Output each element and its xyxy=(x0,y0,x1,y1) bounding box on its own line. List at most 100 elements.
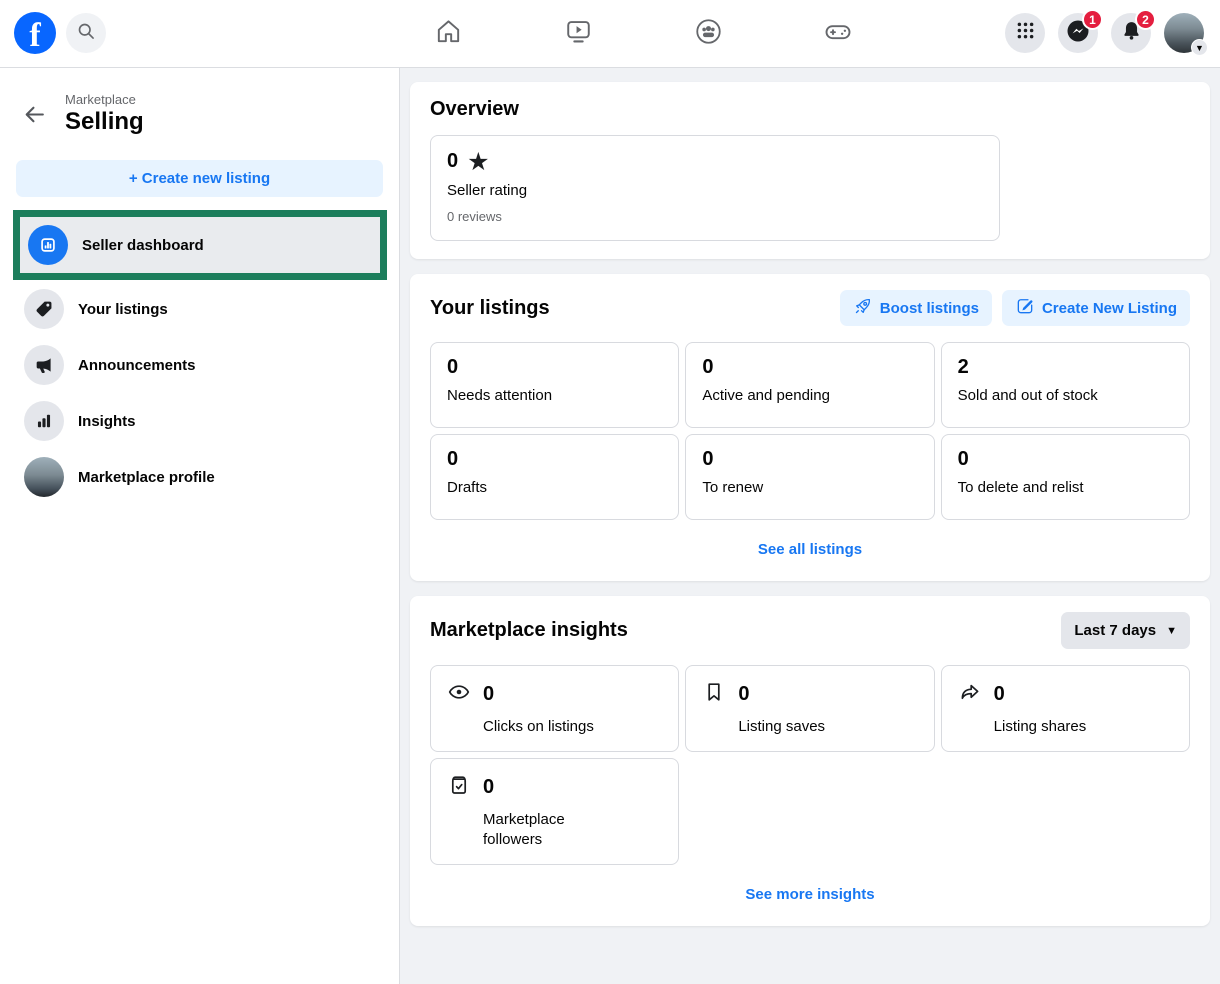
sidebar-item-label: Your listings xyxy=(78,301,168,318)
date-range-selector[interactable]: Last 7 days ▼ xyxy=(1061,612,1190,649)
topbar-nav-tabs xyxy=(383,14,903,54)
gaming-icon xyxy=(823,17,853,52)
insight-stats-grid: 0 Clicks on listings 0 Listing saves xyxy=(430,665,1190,752)
insight-stats-row2: 0 Marketplace followers xyxy=(430,758,1190,865)
insight-label: Marketplace followers xyxy=(483,810,613,850)
star-icon: ★ xyxy=(467,151,489,173)
see-more-insights-row: See more insights xyxy=(430,886,1190,904)
insight-value: 0 xyxy=(738,683,749,706)
seller-rating-label: Seller rating xyxy=(447,182,983,199)
stat-label: Active and pending xyxy=(702,387,917,404)
sidebar-menu: Seller dashboard Your listings Announcem… xyxy=(16,210,383,505)
eye-icon xyxy=(447,680,471,709)
insight-value: 0 xyxy=(483,683,494,706)
sidebar-item-your-listings[interactable]: Your listings xyxy=(16,281,383,337)
stat-card-needs-attention[interactable]: 0 Needs attention xyxy=(430,342,679,428)
overview-title: Overview xyxy=(430,98,1190,121)
highlight-annotation-box: Seller dashboard xyxy=(13,210,387,280)
profile-avatar[interactable]: ▼ xyxy=(1164,13,1204,53)
stat-card-sold-out-of-stock[interactable]: 2 Sold and out of stock xyxy=(941,342,1190,428)
megaphone-icon xyxy=(24,345,64,385)
breadcrumb: Marketplace xyxy=(65,92,144,107)
date-range-label: Last 7 days xyxy=(1074,622,1156,639)
sidebar-header: Marketplace Selling xyxy=(22,92,383,136)
stat-value: 2 xyxy=(958,356,1173,379)
seller-dashboard-main: Overview 0 ★ Seller rating 0 reviews You… xyxy=(400,68,1220,984)
see-all-listings-row: See all listings xyxy=(430,541,1190,559)
stat-value: 0 xyxy=(702,356,917,379)
bar-chart-icon xyxy=(24,401,64,441)
listing-stats-grid: 0 Needs attention 0 Active and pending 2… xyxy=(430,342,1190,520)
tag-icon xyxy=(24,289,64,329)
storefront-check-icon xyxy=(447,773,471,802)
apps-menu-button[interactable] xyxy=(1005,13,1045,53)
sidebar-item-announcements[interactable]: Announcements xyxy=(16,337,383,393)
sidebar-item-label: Insights xyxy=(78,413,136,430)
groups-icon xyxy=(694,17,723,51)
sidebar-item-label: Marketplace profile xyxy=(78,469,215,486)
insight-value: 0 xyxy=(483,776,494,799)
tab-watch[interactable] xyxy=(513,14,643,54)
stat-label: Sold and out of stock xyxy=(958,387,1173,404)
create-new-listing-label: Create New Listing xyxy=(1042,300,1177,317)
marketplace-selling-sidebar: Marketplace Selling + Create new listing… xyxy=(0,68,400,984)
stat-value: 0 xyxy=(447,448,662,471)
notifications-button[interactable]: 2 xyxy=(1111,13,1151,53)
share-arrow-icon xyxy=(958,680,982,709)
stat-card-to-renew[interactable]: 0 To renew xyxy=(685,434,934,520)
stat-label: To renew xyxy=(702,479,917,496)
bookmark-icon xyxy=(702,680,726,709)
notifications-badge: 2 xyxy=(1135,9,1156,30)
sidebar-item-insights[interactable]: Insights xyxy=(16,393,383,449)
seller-rating-card[interactable]: 0 ★ Seller rating 0 reviews xyxy=(430,135,1000,241)
insight-card-saves[interactable]: 0 Listing saves xyxy=(685,665,934,752)
sidebar-item-marketplace-profile[interactable]: Marketplace profile xyxy=(16,449,383,505)
chevron-down-icon: ▼ xyxy=(1191,39,1208,56)
stat-card-to-delete-relist[interactable]: 0 To delete and relist xyxy=(941,434,1190,520)
rocket-icon xyxy=(853,296,873,320)
insight-label: Listing saves xyxy=(738,717,868,737)
insight-card-clicks[interactable]: 0 Clicks on listings xyxy=(430,665,679,752)
stat-card-drafts[interactable]: 0 Drafts xyxy=(430,434,679,520)
insight-card-shares[interactable]: 0 Listing shares xyxy=(941,665,1190,752)
back-arrow-icon[interactable] xyxy=(22,102,47,127)
your-listings-title: Your listings xyxy=(430,297,550,320)
tab-gaming[interactable] xyxy=(773,14,903,54)
boost-listings-button[interactable]: Boost listings xyxy=(840,290,992,326)
see-all-listings-link[interactable]: See all listings xyxy=(758,541,862,558)
insight-label: Clicks on listings xyxy=(483,717,613,737)
page-title: Selling xyxy=(65,108,144,136)
apps-grid-icon xyxy=(1015,20,1036,46)
topbar-left-group: f xyxy=(14,12,106,54)
stat-label: Needs attention xyxy=(447,387,662,404)
search-button[interactable] xyxy=(66,13,106,53)
insight-card-followers[interactable]: 0 Marketplace followers xyxy=(430,758,679,865)
stat-card-active-pending[interactable]: 0 Active and pending xyxy=(685,342,934,428)
create-new-listing-button-main[interactable]: Create New Listing xyxy=(1002,290,1190,326)
search-icon xyxy=(76,21,96,46)
seller-rating-value: 0 xyxy=(447,150,458,173)
your-listings-section: Your listings Boost listings xyxy=(410,274,1210,581)
marketplace-insights-title: Marketplace insights xyxy=(430,619,628,642)
seller-dashboard-icon xyxy=(28,225,68,265)
sidebar-item-seller-dashboard[interactable]: Seller dashboard xyxy=(20,217,380,273)
tab-groups[interactable] xyxy=(643,14,773,54)
insight-value: 0 xyxy=(994,683,1005,706)
stat-label: Drafts xyxy=(447,479,662,496)
top-navigation-bar: f xyxy=(0,0,1220,68)
compose-icon xyxy=(1015,296,1035,320)
messenger-badge: 1 xyxy=(1082,9,1103,30)
tab-home[interactable] xyxy=(383,14,513,54)
create-new-listing-button[interactable]: + Create new listing xyxy=(16,160,383,197)
caret-down-icon: ▼ xyxy=(1166,625,1177,637)
sidebar-title-block: Marketplace Selling xyxy=(65,92,144,136)
profile-photo-avatar xyxy=(24,457,64,497)
boost-listings-label: Boost listings xyxy=(880,300,979,317)
topbar-right-group: 1 2 ▼ xyxy=(1005,13,1204,53)
stat-value: 0 xyxy=(958,448,1173,471)
see-more-insights-link[interactable]: See more insights xyxy=(745,886,874,903)
home-icon xyxy=(434,17,463,51)
messenger-button[interactable]: 1 xyxy=(1058,13,1098,53)
stat-value: 0 xyxy=(702,448,917,471)
facebook-logo[interactable]: f xyxy=(14,12,56,54)
